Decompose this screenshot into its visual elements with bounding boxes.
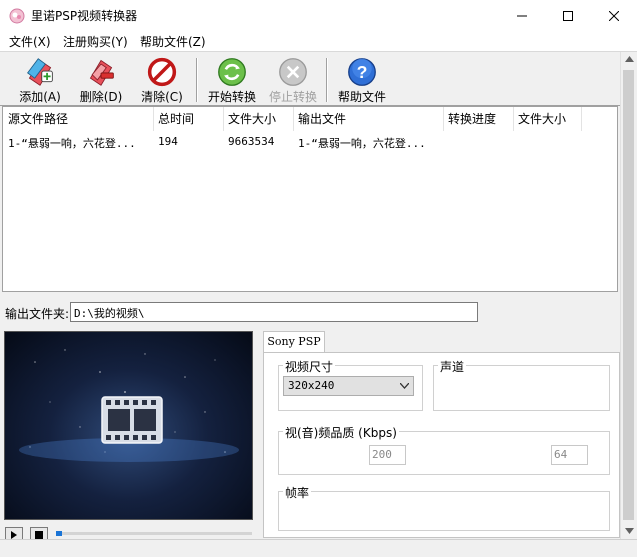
add-file-icon: [27, 58, 53, 86]
title-bar: 里诺PSP视频转换器: [0, 0, 637, 31]
video-size-value: 320x240: [288, 379, 335, 392]
column-header-progress[interactable]: 转换进度: [448, 110, 496, 127]
minimize-icon[interactable]: [499, 0, 545, 31]
frame-rate-group: [278, 491, 610, 531]
clear-button-label: 清除(C): [141, 90, 183, 104]
column-divider: [223, 107, 224, 131]
play-icon: [11, 531, 17, 539]
help-icon: ?: [348, 58, 376, 86]
scrollbar-thumb[interactable]: [623, 70, 634, 520]
delete-button[interactable]: 删除(D): [75, 52, 127, 105]
audio-channel-label: 声道: [438, 358, 467, 375]
menu-bar: 文件(X) 注册购买(Y) 帮助文件(Z): [0, 31, 637, 52]
column-divider: [443, 107, 444, 131]
stop-convert-button[interactable]: 停止转换: [265, 52, 321, 105]
stop-icon: [35, 531, 43, 539]
table-cell-source[interactable]: 1-“悬弱一响，六花登...: [8, 135, 150, 151]
start-convert-button[interactable]: 开始转换: [204, 52, 260, 105]
column-divider: [293, 107, 294, 131]
status-bar: [0, 539, 637, 557]
video-size-label: 视频尺寸: [283, 358, 336, 375]
help-button-label: 帮助文件: [337, 90, 386, 104]
table-cell-output[interactable]: 1-“悬弱一响，六花登...: [298, 135, 440, 151]
app-logo-icon: [9, 8, 25, 24]
delete-file-icon: [89, 59, 114, 86]
column-divider: [581, 107, 582, 131]
seek-bar[interactable]: [56, 532, 252, 535]
toolbar-separator: [326, 58, 328, 102]
menu-help[interactable]: 帮助文件(Z): [140, 33, 206, 50]
column-header-source[interactable]: 源文件路径: [8, 110, 68, 127]
output-folder-input[interactable]: D:\我的视频\: [70, 302, 478, 322]
frame-rate-label: 帧率: [283, 484, 312, 501]
help-button[interactable]: ? 帮助文件: [334, 52, 390, 105]
menu-register-buy[interactable]: 注册购买(Y): [63, 33, 128, 50]
add-button[interactable]: 添加(A): [14, 52, 66, 105]
output-folder-label: 输出文件夹:: [5, 307, 70, 321]
video-bitrate-input[interactable]: 200: [369, 445, 406, 465]
clear-icon: [147, 57, 177, 87]
menu-file[interactable]: 文件(X): [9, 33, 51, 50]
window-title: 里诺PSP视频转换器: [31, 9, 138, 23]
toolbar-separator: [196, 58, 198, 102]
start-convert-label: 开始转换: [207, 90, 256, 104]
column-divider: [153, 107, 154, 131]
video-preview: [4, 331, 253, 520]
video-size-select[interactable]: 320x240: [283, 376, 414, 396]
delete-button-label: 删除(D): [79, 90, 123, 104]
add-button-label: 添加(A): [19, 90, 61, 104]
table-cell-size[interactable]: 9663534: [228, 135, 290, 148]
stop-convert-icon: [279, 58, 307, 86]
tab-sony-psp[interactable]: Sony PSP: [263, 331, 325, 353]
close-icon[interactable]: [591, 0, 637, 31]
file-list[interactable]: 源文件路径 总时间 文件大小 输出文件 转换进度 文件大小 1-“悬弱一响，六花…: [2, 106, 618, 292]
film-reel-icon: [19, 349, 239, 462]
start-convert-icon: [218, 58, 246, 86]
audio-bitrate-input[interactable]: 64: [551, 445, 588, 465]
svg-text:?: ?: [357, 62, 368, 82]
column-divider: [513, 107, 514, 131]
table-cell-duration[interactable]: 194: [158, 135, 218, 148]
quality-label: 视(音)频品质 (Kbps): [283, 424, 399, 441]
chevron-down-icon: [400, 383, 409, 389]
seek-bar-fill[interactable]: [56, 531, 62, 536]
column-header-duration[interactable]: 总时间: [158, 110, 194, 127]
clear-button[interactable]: 清除(C): [136, 52, 188, 105]
maximize-icon[interactable]: [545, 0, 591, 31]
column-header-out-size[interactable]: 文件大小: [518, 110, 566, 127]
toolbar: 添加(A) 删除(D) 清除(C) 开始转换 停止转换 ? 帮助文件: [0, 52, 620, 106]
stop-convert-label: 停止转换: [268, 90, 317, 104]
column-header-size[interactable]: 文件大小: [228, 110, 276, 127]
column-header-output[interactable]: 输出文件: [298, 110, 346, 127]
